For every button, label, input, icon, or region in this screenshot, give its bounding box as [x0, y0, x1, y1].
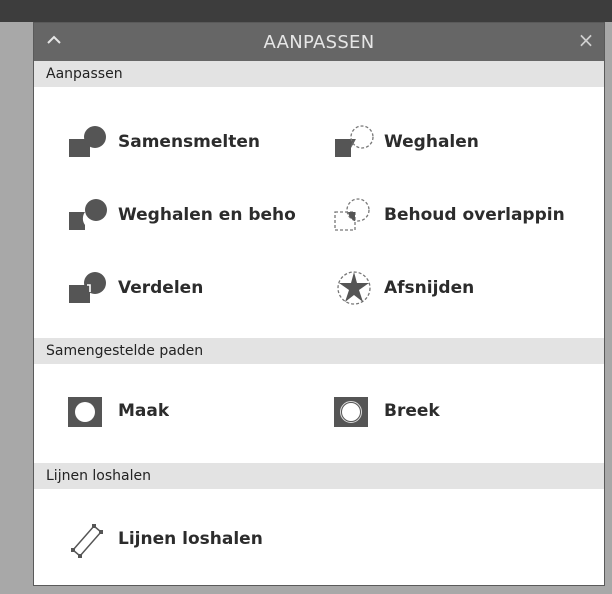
weghalen-button[interactable]: Weghalen	[334, 122, 600, 162]
samensmelten-button[interactable]: Samensmelten	[68, 122, 330, 162]
panel-title-bar[interactable]: AANPASSEN ×	[34, 23, 604, 61]
intersect-icon	[334, 195, 384, 235]
verdelen-button[interactable]: Verdelen	[68, 268, 330, 308]
subtract-icon	[334, 122, 384, 162]
workspace-left-strip	[0, 22, 33, 594]
weghalen-en-behouden-label: Weghalen en beho	[118, 205, 296, 225]
workspace-bottom-strip	[0, 586, 612, 594]
compound-make-icon	[68, 391, 118, 431]
lijnen-loshalen-button[interactable]: Lijnen loshalen	[68, 519, 468, 559]
lijnen-loshalen-label: Lijnen loshalen	[118, 529, 263, 549]
afsnijden-button[interactable]: Afsnijden	[334, 268, 600, 308]
aanpassen-panel: AANPASSEN × Aanpassen Samensmelten Wegha…	[33, 22, 605, 586]
behoud-overlapping-button[interactable]: Behoud overlappin	[334, 195, 600, 235]
behoud-overlapping-label: Behoud overlappin	[384, 205, 565, 225]
verdelen-label: Verdelen	[118, 278, 204, 298]
subtract-keep-icon	[68, 195, 118, 235]
afsnijden-label: Afsnijden	[384, 278, 475, 298]
release-lines-icon	[68, 519, 118, 559]
weghalen-label: Weghalen	[384, 132, 479, 152]
close-icon[interactable]: ×	[576, 29, 596, 51]
section-header-aanpassen: Aanpassen	[34, 61, 604, 87]
section-header-lijnen-loshalen: Lijnen loshalen	[34, 463, 604, 489]
divide-icon	[68, 268, 118, 308]
compound-break-icon	[334, 391, 384, 431]
weghalen-en-behouden-button[interactable]: Weghalen en beho	[68, 195, 330, 235]
workspace-right-strip	[605, 22, 612, 594]
samensmelten-label: Samensmelten	[118, 132, 261, 152]
section-header-samengestelde-paden: Samengestelde paden	[34, 338, 604, 364]
maak-button[interactable]: Maak	[68, 391, 330, 431]
app-top-bar	[0, 0, 612, 22]
breek-button[interactable]: Breek	[334, 391, 600, 431]
breek-label: Breek	[384, 401, 440, 421]
panel-title: AANPASSEN	[263, 32, 375, 53]
trim-icon	[334, 268, 384, 308]
maak-label: Maak	[118, 401, 170, 421]
weld-icon	[68, 122, 118, 162]
